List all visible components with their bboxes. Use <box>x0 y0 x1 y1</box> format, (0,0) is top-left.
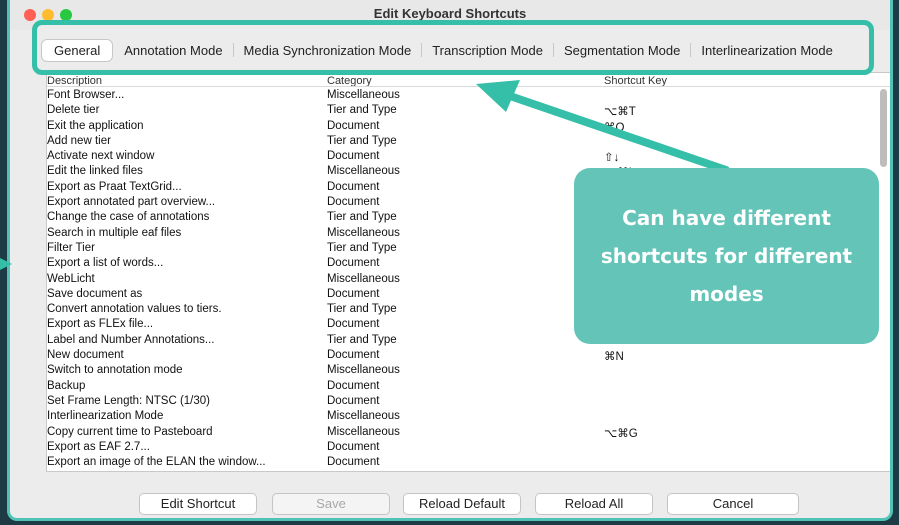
table-row[interactable]: Exit the application Document ⌘Q <box>47 120 879 135</box>
left-arrow-icon <box>0 258 12 270</box>
category-cell: Miscellaneous <box>327 364 400 377</box>
table-row[interactable]: Activate next window Document ⇧↓ <box>47 150 879 165</box>
column-header-category[interactable]: Category <box>327 75 372 86</box>
category-cell: Document <box>327 379 380 392</box>
description-cell: Export a list of words... <box>47 257 164 270</box>
description-cell: Font Browser... <box>47 89 125 101</box>
category-cell: Miscellaneous <box>327 272 400 285</box>
category-cell: Tier and Type <box>327 134 397 147</box>
description-cell: Interlinearization Mode <box>47 410 164 423</box>
description-cell: Activate next window <box>47 150 155 163</box>
callout-note: Can have different shortcuts for differe… <box>574 168 879 344</box>
save-button[interactable]: Save <box>272 493 390 515</box>
tab-interlinearization-mode[interactable]: Interlinearization Mode <box>691 40 843 61</box>
description-cell: Search in multiple eaf files <box>47 226 182 239</box>
description-cell: Export as FLEx file... <box>47 318 154 331</box>
mode-tabs: General Annotation Mode Media Synchronizat… <box>42 38 843 62</box>
tab-annotation-mode[interactable]: Annotation Mode <box>114 40 232 61</box>
category-cell: Miscellaneous <box>327 226 400 239</box>
tab-segmentation-mode[interactable]: Segmentation Mode <box>554 40 690 61</box>
button-bar: Edit Shortcut Save Reload Default Reload… <box>10 493 890 515</box>
category-cell: Document <box>327 257 380 270</box>
description-cell: Set Frame Length: NTSC (1/30) <box>47 394 210 407</box>
vertical-scrollbar[interactable] <box>880 89 887 167</box>
category-cell: Tier and Type <box>327 303 397 316</box>
description-cell: Backup <box>47 379 86 392</box>
category-cell: Miscellaneous <box>327 165 400 178</box>
description-cell: Filter Tier <box>47 241 95 254</box>
category-cell: Tier and Type <box>327 211 397 224</box>
table-row[interactable]: Switch to annotation mode Miscellaneous <box>47 364 879 379</box>
table-header: Description Category Shortcut Key <box>47 73 890 87</box>
description-cell: Export annotated part overview... <box>47 196 216 209</box>
category-cell: Document <box>327 394 380 407</box>
table-row[interactable]: New document Document ⌘N <box>47 349 879 364</box>
reload-default-button[interactable]: Reload Default <box>403 493 521 515</box>
shortcut-cell: ⌥⌘T <box>604 106 636 119</box>
description-cell: Convert annotation values to tiers. <box>47 303 222 316</box>
description-cell: Export an image of the ELAN the window..… <box>47 456 266 469</box>
category-cell: Document <box>327 287 380 300</box>
shortcut-cell: ⇧↓ <box>604 152 620 165</box>
category-cell: Document <box>327 456 380 469</box>
category-cell: Miscellaneous <box>327 425 400 438</box>
category-cell: Document <box>327 318 380 331</box>
description-cell: Add new tier <box>47 134 111 147</box>
table-row[interactable]: Add new tier Tier and Type <box>47 135 879 150</box>
category-cell: Document <box>327 180 380 193</box>
table-row[interactable]: Backup Document <box>47 380 879 395</box>
category-cell: Document <box>327 119 380 132</box>
tab-transcription-mode[interactable]: Transcription Mode <box>422 40 553 61</box>
category-cell: Tier and Type <box>327 241 397 254</box>
reload-all-button[interactable]: Reload All <box>535 493 653 515</box>
category-cell: Tier and Type <box>327 333 397 346</box>
column-header-description[interactable]: Description <box>47 75 102 86</box>
description-cell: Export as Praat TextGrid... <box>47 180 182 193</box>
description-cell: New document <box>47 349 124 362</box>
table-row[interactable]: Export an image of the ELAN the window..… <box>47 456 879 471</box>
category-cell: Miscellaneous <box>327 89 400 101</box>
tab-media-synchronization-mode[interactable]: Media Synchronization Mode <box>234 40 422 61</box>
category-cell: Miscellaneous <box>327 410 400 423</box>
description-cell: Switch to annotation mode <box>47 364 183 377</box>
edit-shortcut-button[interactable]: Edit Shortcut <box>139 493 257 515</box>
table-row[interactable]: Copy current time to Pasteboard Miscellan… <box>47 426 879 441</box>
category-cell: Document <box>327 150 380 163</box>
tab-general[interactable]: General <box>42 39 113 61</box>
table-row[interactable]: Font Browser... Miscellaneous <box>47 89 879 104</box>
shortcut-cell: ⌘N <box>604 351 624 364</box>
table-row[interactable]: Interlinearization Mode Miscellaneous <box>47 410 879 425</box>
description-cell: Change the case of annotations <box>47 211 210 224</box>
table-row[interactable]: Delete tier Tier and Type ⌥⌘T <box>47 104 879 119</box>
category-cell: Document <box>327 440 380 453</box>
cancel-button[interactable]: Cancel <box>667 493 799 515</box>
category-cell: Tier and Type <box>327 104 397 117</box>
shortcut-cell: ⌘Q <box>604 121 625 134</box>
description-cell: Save document as <box>47 287 143 300</box>
category-cell: Document <box>327 196 380 209</box>
description-cell: Copy current time to Pasteboard <box>47 425 213 438</box>
category-cell: Document <box>327 349 380 362</box>
description-cell: Label and Number Annotations... <box>47 333 215 346</box>
description-cell: WebLicht <box>47 272 95 285</box>
shortcut-cell: ⌥⌘G <box>604 427 638 440</box>
description-cell: Export as EAF 2.7... <box>47 440 150 453</box>
window-title: Edit Keyboard Shortcuts <box>373 6 527 21</box>
description-cell: Edit the linked files <box>47 165 143 178</box>
description-cell: Delete tier <box>47 104 100 117</box>
table-row[interactable]: Set Frame Length: NTSC (1/30) Document <box>47 395 879 410</box>
table-row[interactable]: Export as EAF 2.7... Document <box>47 441 879 456</box>
description-cell: Exit the application <box>47 119 144 132</box>
column-header-shortcut-key[interactable]: Shortcut Key <box>604 75 667 86</box>
